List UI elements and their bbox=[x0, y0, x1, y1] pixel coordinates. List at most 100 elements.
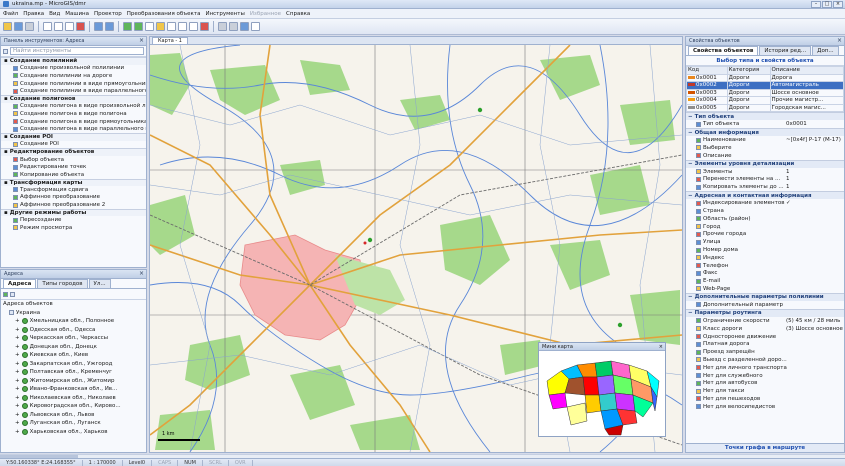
property-row[interactable]: Проезд запрещён bbox=[686, 348, 844, 356]
tab-properties-0[interactable]: Свойства объектов bbox=[688, 46, 759, 55]
property-row[interactable]: Элементы 1 bbox=[686, 168, 844, 176]
property-row[interactable]: Web-Page bbox=[686, 285, 844, 293]
property-row[interactable]: Платная дорога bbox=[686, 340, 844, 348]
property-value[interactable]: (5) 45 км / 28 миль bbox=[786, 318, 840, 324]
region-item[interactable]: + Хмельницкая обл., Полонное bbox=[3, 317, 146, 326]
menu-item-4[interactable]: Проектор bbox=[94, 11, 122, 17]
property-group-header[interactable]: − Тип объекта bbox=[686, 112, 844, 121]
hand-icon[interactable] bbox=[145, 22, 154, 31]
property-row[interactable]: Нет для служебного bbox=[686, 372, 844, 380]
tool-item[interactable]: Создание полигона в виде произвольной ли… bbox=[1, 103, 146, 111]
save-icon[interactable] bbox=[14, 22, 23, 31]
property-value[interactable]: ~[0x4f] Р-17 (М-17) bbox=[786, 137, 841, 143]
close-icon[interactable]: × bbox=[837, 37, 842, 44]
menu-item-2[interactable]: Вид bbox=[49, 11, 60, 17]
open-icon[interactable] bbox=[3, 22, 12, 31]
tool-item[interactable]: Создание полилинии на дороге bbox=[1, 72, 146, 80]
tools-search-input[interactable]: Найти инструменты bbox=[10, 47, 144, 55]
property-row[interactable]: Улица bbox=[686, 238, 844, 246]
tab-map-1[interactable]: Карта - 1 bbox=[152, 37, 188, 44]
delete-icon[interactable] bbox=[76, 22, 85, 31]
tool-item[interactable]: Создание полилинии в виде параллельного … bbox=[1, 87, 146, 95]
region-item[interactable]: + Полтавская обл., Кременчуг bbox=[3, 368, 146, 377]
tool-section-header[interactable]: ▪ Создание POI bbox=[1, 132, 146, 141]
layers-icon[interactable] bbox=[229, 22, 238, 31]
region-item[interactable]: + Житомирская обл., Житомир bbox=[3, 377, 146, 386]
poi-icon[interactable] bbox=[200, 22, 209, 31]
menu-item-5[interactable]: Преобразования объекта bbox=[127, 11, 201, 17]
expand-icon[interactable]: + bbox=[15, 403, 20, 409]
region-item[interactable]: + Львовская обл., Львов bbox=[3, 411, 146, 420]
property-row[interactable]: Страна bbox=[686, 207, 844, 215]
select-icon[interactable] bbox=[156, 22, 165, 31]
expand-icon[interactable]: + bbox=[15, 420, 20, 426]
property-row[interactable]: Перенести элементы на ... 1 bbox=[686, 176, 844, 184]
tool-item[interactable]: Создание полигона в виде параллельного п… bbox=[1, 125, 146, 133]
tree-country[interactable]: Украина bbox=[3, 309, 146, 318]
property-row[interactable]: Область (район) bbox=[686, 215, 844, 223]
property-value[interactable]: (3) Шоссе основное bbox=[786, 326, 843, 332]
redo-icon[interactable] bbox=[105, 22, 114, 31]
tool-item[interactable]: Копирование объекта bbox=[1, 171, 146, 179]
expand-icon[interactable]: + bbox=[15, 352, 20, 358]
polyline-icon[interactable] bbox=[178, 22, 187, 31]
property-value[interactable]: 1 bbox=[786, 169, 790, 175]
property-group-header[interactable]: − Адресная и контактная информация bbox=[686, 191, 844, 200]
region-item[interactable]: + Одесская обл., Одесса bbox=[3, 326, 146, 335]
expand-icon[interactable]: + bbox=[15, 361, 20, 367]
expand-icon[interactable]: + bbox=[15, 327, 20, 333]
property-row[interactable]: Выезд с разделенной доро... bbox=[686, 356, 844, 364]
tool-item[interactable]: Создание полилинии в виде прямоугольника bbox=[1, 80, 146, 88]
property-row[interactable]: Прочие города bbox=[686, 231, 844, 239]
region-item[interactable]: + Киевская обл., Киев bbox=[3, 351, 146, 360]
expand-icon[interactable]: + bbox=[15, 335, 20, 341]
tool-section-header[interactable]: ▪ Редактирование объектов bbox=[1, 148, 146, 156]
expand-icon[interactable]: + bbox=[15, 378, 20, 384]
tab-address-1[interactable]: Типы городов bbox=[37, 279, 88, 288]
tool-item[interactable]: Создание полигона в виде прямоугольника bbox=[1, 118, 146, 126]
property-row[interactable]: Дополнительный параметр bbox=[686, 301, 844, 309]
menu-item-6[interactable]: Инструменты bbox=[205, 11, 244, 17]
property-value[interactable]: 0x0001 bbox=[786, 121, 807, 127]
tool-item[interactable]: Аффинное преобразование 2 bbox=[1, 201, 146, 209]
expand-icon[interactable]: + bbox=[15, 429, 20, 435]
minimap-canvas[interactable] bbox=[539, 351, 665, 436]
print-icon[interactable] bbox=[25, 22, 34, 31]
table-row[interactable]: 0x0004 Дороги Прочие магистр... bbox=[686, 96, 844, 105]
table-row[interactable]: 0x0003 Дороги Шоссе основное bbox=[686, 88, 844, 97]
property-row[interactable]: Номер дома bbox=[686, 246, 844, 254]
property-row[interactable]: Тип объекта 0x0001 bbox=[686, 120, 844, 128]
tab-address-0[interactable]: Адреса bbox=[3, 279, 37, 288]
menu-item-7[interactable]: Избранное bbox=[250, 11, 281, 17]
property-row[interactable]: Нет для личного транспорта bbox=[686, 364, 844, 372]
menu-item-3[interactable]: Машина bbox=[65, 11, 89, 17]
property-value[interactable]: 1 bbox=[786, 184, 790, 190]
property-row[interactable]: Нет для пешеходов bbox=[686, 395, 844, 403]
expand-icon[interactable]: + bbox=[15, 344, 20, 350]
grid-icon[interactable] bbox=[218, 22, 227, 31]
property-row[interactable]: Нет для автобусов bbox=[686, 379, 844, 387]
tool-section-header[interactable]: ▪ Создание полигонов bbox=[1, 94, 146, 103]
settings-icon[interactable] bbox=[251, 22, 260, 31]
property-group-header[interactable]: − Дополнительные параметры полилинии bbox=[686, 292, 844, 302]
tool-item[interactable]: Выбор объекта bbox=[1, 156, 146, 164]
region-item[interactable]: + Ивано-Франковская обл., Ив... bbox=[3, 385, 146, 394]
property-row[interactable]: Телефон bbox=[686, 262, 844, 270]
menu-item-1[interactable]: Правка bbox=[23, 11, 44, 17]
tree-root[interactable]: Адреса объектов bbox=[3, 300, 146, 309]
property-row[interactable]: Ограничение скорости (5) 45 км / 28 миль bbox=[686, 317, 844, 325]
route-points-footer[interactable]: Точки графа в маршруте bbox=[686, 443, 844, 452]
property-row[interactable]: Индексирование элементов ✓ bbox=[686, 199, 844, 207]
region-item[interactable]: + Черкасская обл., Черкассы bbox=[3, 334, 146, 343]
maximize-button[interactable]: □ bbox=[822, 1, 832, 8]
tool-item[interactable]: Режим просмотра bbox=[1, 224, 146, 232]
tool-item[interactable]: Трансформация сдвига bbox=[1, 186, 146, 194]
property-value[interactable]: ✓ bbox=[786, 200, 791, 206]
property-group-header[interactable]: − Общая информация bbox=[686, 127, 844, 137]
property-row[interactable]: Копировать элементы до ... 1 bbox=[686, 183, 844, 191]
property-row[interactable]: E-mail bbox=[686, 277, 844, 285]
polygon-icon[interactable] bbox=[189, 22, 198, 31]
property-row[interactable]: Выберите bbox=[686, 144, 844, 152]
expand-icon[interactable]: + bbox=[15, 369, 20, 375]
tool-section-header[interactable]: ▪ Другие режимы работы bbox=[1, 208, 146, 217]
